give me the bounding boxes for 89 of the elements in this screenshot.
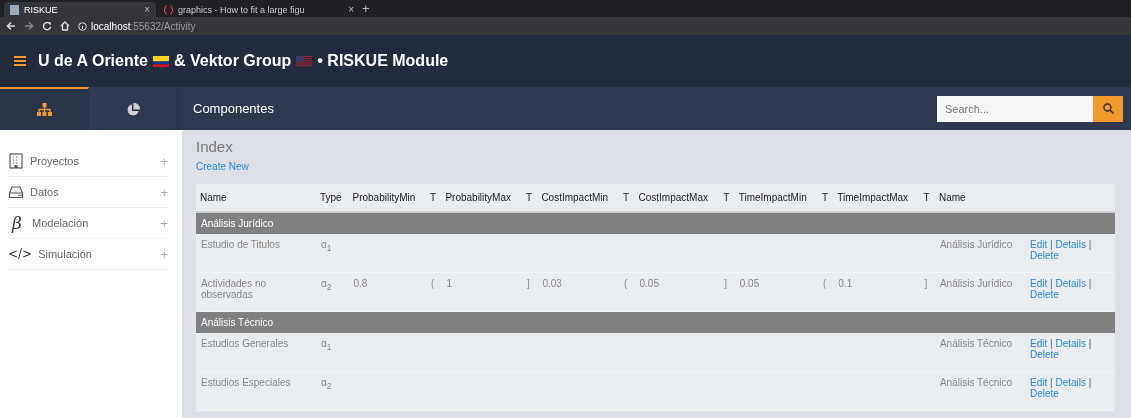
group-row: Análisis Técnico xyxy=(196,311,1115,333)
sidebar-item[interactable]: Simulación xyxy=(38,248,155,260)
close-icon[interactable]: × xyxy=(348,4,354,15)
pie-chart-icon xyxy=(126,102,140,117)
table-cell: α$_{2}$ xyxy=(316,371,349,411)
separator: | xyxy=(1088,278,1092,289)
table-cell: Estudios Especiales xyxy=(196,371,316,411)
flag-icon xyxy=(152,55,169,67)
search-button[interactable] xyxy=(1093,95,1123,122)
action-link[interactable]: Delete xyxy=(1030,250,1059,261)
back-icon[interactable] xyxy=(6,21,16,31)
sidebar-item[interactable]: Proyectos xyxy=(30,155,155,167)
expand-icon[interactable]: + xyxy=(160,246,168,262)
url-path: :55632/Activity xyxy=(130,20,196,32)
separator: | xyxy=(1050,278,1053,289)
table-cell: 1 xyxy=(441,272,522,312)
separator: | xyxy=(1088,239,1092,250)
hard-drive-icon xyxy=(8,185,24,199)
nav-tab[interactable] xyxy=(0,87,89,130)
building-icon xyxy=(8,153,24,169)
separator: | xyxy=(1088,338,1092,349)
expand-icon[interactable]: + xyxy=(160,184,168,200)
info-icon[interactable] xyxy=(78,21,87,31)
table-cell: α$_{1}$ xyxy=(316,234,349,273)
table-cell: 0.1 xyxy=(833,272,920,312)
sidebar-item[interactable]: Modelación xyxy=(32,217,155,229)
app-title: • RISKUE Module xyxy=(317,52,449,70)
table-cell: ] xyxy=(521,272,538,312)
table-cell: Análisis Técnico xyxy=(934,333,1025,372)
separator: | xyxy=(1088,377,1092,388)
search-field[interactable]: Search... xyxy=(937,95,1093,122)
action-link[interactable]: Edit xyxy=(1030,239,1048,250)
menu-icon[interactable] xyxy=(14,56,26,66)
page-icon xyxy=(10,4,19,15)
expand-icon[interactable]: + xyxy=(160,215,168,231)
table-cell: α$_{1}$ xyxy=(316,333,349,372)
tab-title: graphics - How to fit a large figu xyxy=(178,4,306,15)
table-cell: 0.05 xyxy=(734,272,818,312)
table-cell: Actividades no observadas xyxy=(196,272,316,312)
table-cell: ( xyxy=(817,272,834,312)
app-title: U de A Oriente xyxy=(38,52,148,70)
forward-icon[interactable] xyxy=(24,21,34,31)
expand-icon[interactable]: + xyxy=(160,153,168,169)
action-link[interactable]: Details xyxy=(1055,377,1086,388)
group-row: Análisis Jurídico xyxy=(196,212,1115,234)
table-cell: ] xyxy=(719,272,735,312)
sitemap-icon xyxy=(36,103,52,116)
table-cell: Estudios Generales xyxy=(196,333,316,372)
flag-icon xyxy=(296,55,313,67)
action-link[interactable]: Edit xyxy=(1030,338,1048,349)
browser-tab[interactable]: RISKUE × xyxy=(4,2,156,17)
table-cell: Análisis Jurídico xyxy=(934,272,1025,312)
action-link[interactable]: Delete xyxy=(1030,349,1059,360)
browser-tab[interactable]: graphics - How to fit a large figu × xyxy=(158,2,360,17)
table-cell: Estudio de Titulos xyxy=(196,234,316,273)
app-title: & Vektor Group xyxy=(173,52,292,70)
tab-title: RISKUE xyxy=(24,4,59,15)
section-title: Componentes xyxy=(193,101,275,116)
home-icon[interactable] xyxy=(60,21,70,31)
search-icon xyxy=(1102,103,1114,114)
create-new-link[interactable]: Create New xyxy=(196,161,249,172)
braces-icon xyxy=(164,4,173,15)
table-cell: 0.8 xyxy=(348,272,426,312)
table-cell: Análisis Jurídico xyxy=(934,234,1025,273)
glyph-icon: </> xyxy=(8,246,33,262)
close-icon[interactable]: × xyxy=(144,4,150,15)
new-tab-button[interactable]: + xyxy=(362,1,370,17)
table-cell: 0.05 xyxy=(634,272,720,312)
table-cell: ] xyxy=(919,272,935,312)
table-cell: ( xyxy=(425,272,442,312)
sidebar-item[interactable]: Datos xyxy=(30,186,155,198)
action-link[interactable]: Details xyxy=(1055,338,1086,349)
url-host: localhost xyxy=(91,20,131,32)
action-link[interactable]: Details xyxy=(1055,239,1086,250)
action-link[interactable]: Delete xyxy=(1030,388,1059,399)
table-cell: 0.03 xyxy=(537,272,620,312)
action-link[interactable]: Edit xyxy=(1030,278,1048,289)
action-link[interactable]: Details xyxy=(1055,278,1086,289)
separator: | xyxy=(1050,377,1053,388)
separator: | xyxy=(1050,239,1053,250)
page-title: Index xyxy=(196,138,234,155)
table-cell: ( xyxy=(619,272,635,312)
reload-icon[interactable] xyxy=(42,21,52,31)
glyph-icon: β xyxy=(8,212,26,234)
table-cell: Análisis Técnico xyxy=(934,371,1025,411)
separator: | xyxy=(1050,338,1053,349)
action-link[interactable]: Delete xyxy=(1030,289,1059,300)
action-link[interactable]: Edit xyxy=(1030,377,1048,388)
table-cell: α$_{2}$ xyxy=(316,272,349,312)
